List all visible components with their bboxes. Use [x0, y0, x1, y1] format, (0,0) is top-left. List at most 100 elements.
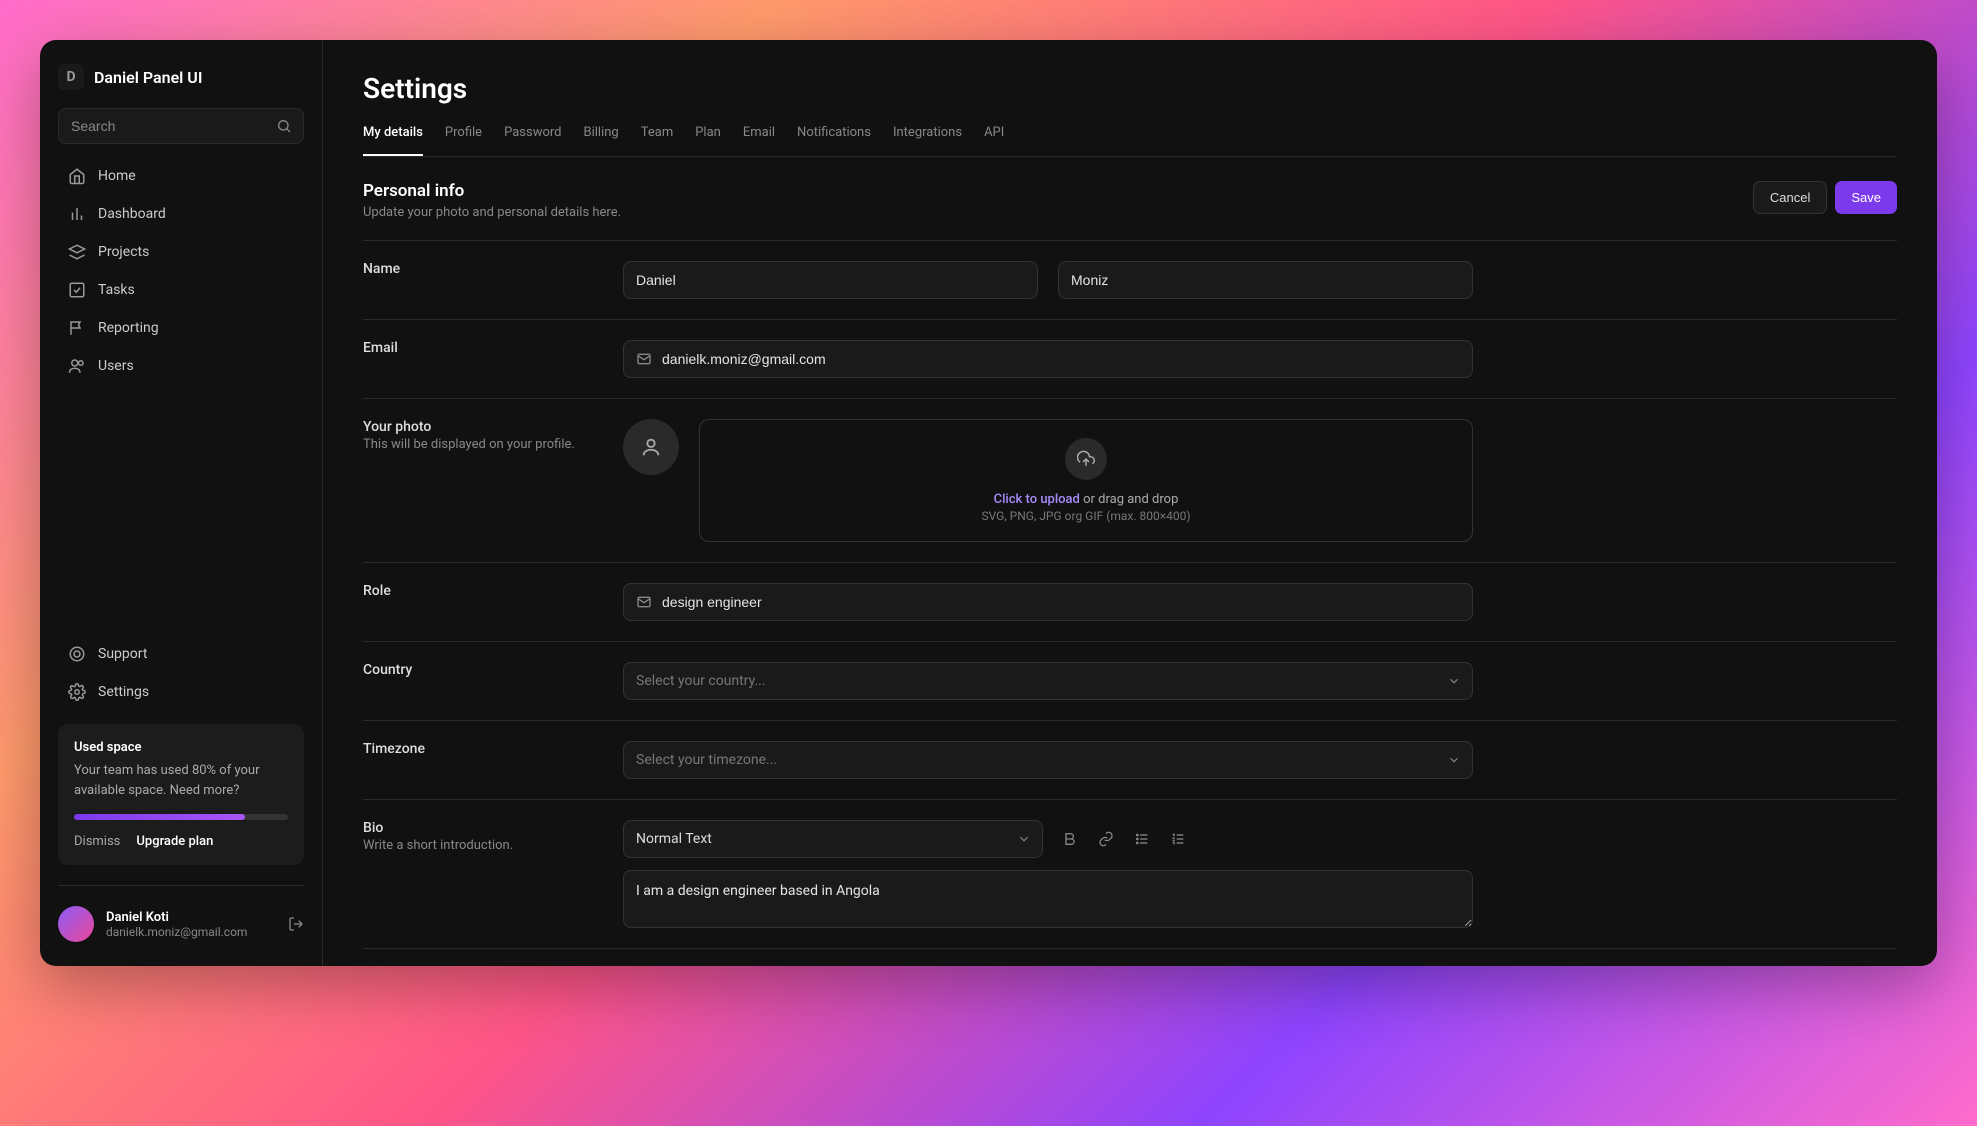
mail-icon — [636, 351, 652, 367]
tab-plan[interactable]: Plan — [695, 125, 721, 156]
progress-fill — [74, 814, 245, 820]
life-buoy-icon — [68, 645, 86, 663]
profile-name: Daniel Koti — [106, 910, 276, 925]
flag-icon — [68, 319, 86, 337]
upload-hint: SVG, PNG, JPG org GIF (max. 800×400) — [718, 509, 1454, 523]
tab-my-details[interactable]: My details — [363, 125, 423, 156]
cancel-button[interactable]: Cancel — [1753, 181, 1827, 214]
bio-textarea[interactable]: I am a design engineer based in Angola — [623, 870, 1473, 928]
avatar — [58, 906, 94, 942]
role-input-wrap — [623, 583, 1473, 621]
used-space-actions: Dismiss Upgrade plan — [74, 834, 288, 849]
sidebar-item-support[interactable]: Support — [58, 636, 304, 672]
email-input-wrap — [623, 340, 1473, 378]
dismiss-button[interactable]: Dismiss — [74, 834, 120, 849]
sidebar-item-reporting[interactable]: Reporting — [58, 310, 304, 346]
save-button[interactable]: Save — [1835, 181, 1897, 214]
tab-password[interactable]: Password — [504, 125, 561, 156]
timezone-select[interactable]: Select your timezone... — [623, 741, 1473, 779]
email-input[interactable] — [662, 341, 1460, 377]
search-icon — [276, 118, 292, 134]
country-label: Country — [363, 662, 623, 700]
bio-format-select[interactable]: Normal Text — [623, 820, 1043, 858]
sidebar-item-users[interactable]: Users — [58, 348, 304, 384]
name-label: Name — [363, 261, 623, 299]
profile-info: Daniel Koti danielk.moniz@gmail.com — [106, 910, 276, 939]
link-icon[interactable] — [1097, 830, 1115, 848]
form-row-portfolio: Portfolio projects — [363, 949, 1897, 966]
section-actions: Cancel Save — [1753, 181, 1897, 214]
tab-integrations[interactable]: Integrations — [893, 125, 962, 156]
bold-icon[interactable] — [1061, 830, 1079, 848]
tab-billing[interactable]: Billing — [584, 125, 619, 156]
upload-box[interactable]: Click to upload or drag and drop SVG, PN… — [699, 419, 1473, 542]
used-space-title: Used space — [74, 740, 288, 755]
page-title: Settings — [363, 72, 1897, 105]
sidebar-item-dashboard[interactable]: Dashboard — [58, 196, 304, 232]
email-label: Email — [363, 340, 623, 378]
form-row-photo: Your photo This will be displayed on you… — [363, 399, 1897, 563]
sidebar-item-home[interactable]: Home — [58, 158, 304, 194]
nav-label: Settings — [98, 684, 149, 700]
tab-email[interactable]: Email — [743, 125, 775, 156]
settings-tabs: My details Profile Password Billing Team… — [363, 125, 1897, 157]
sidebar-item-projects[interactable]: Projects — [58, 234, 304, 270]
tab-api[interactable]: API — [984, 125, 1004, 156]
tab-notifications[interactable]: Notifications — [797, 125, 871, 156]
used-space-text: Your team has used 80% of your available… — [74, 761, 288, 800]
timezone-label: Timezone — [363, 741, 623, 779]
profile-block: Daniel Koti danielk.moniz@gmail.com — [58, 885, 304, 942]
tab-profile[interactable]: Profile — [445, 125, 482, 156]
section-title: Personal info — [363, 181, 621, 201]
sidebar: D Daniel Panel UI Home Dashboard Project… — [40, 40, 323, 966]
photo-avatar — [623, 419, 679, 475]
last-name-input[interactable] — [1058, 261, 1473, 299]
upload-icon — [1065, 438, 1107, 480]
role-input[interactable] — [662, 584, 1460, 620]
country-select[interactable]: Select your country... — [623, 662, 1473, 700]
nav-label: Support — [98, 646, 147, 662]
photo-label: Your photo This will be displayed on you… — [363, 419, 623, 542]
used-space-card: Used space Your team has used 80% of you… — [58, 724, 304, 865]
search-input[interactable] — [58, 108, 304, 144]
form-row-bio: Bio Write a short introduction. Normal T… — [363, 800, 1897, 949]
bio-label: Bio Write a short introduction. — [363, 820, 623, 928]
upload-text: Click to upload or drag and drop — [718, 492, 1454, 507]
secondary-nav: Support Settings — [58, 636, 304, 710]
brand-title: Daniel Panel UI — [94, 68, 202, 87]
sidebar-item-tasks[interactable]: Tasks — [58, 272, 304, 308]
logout-icon[interactable] — [288, 916, 304, 932]
section-subtitle: Update your photo and personal details h… — [363, 205, 621, 220]
brand: D Daniel Panel UI — [58, 64, 304, 90]
form-row-timezone: Timezone Select your timezone... — [363, 721, 1897, 800]
sidebar-item-settings[interactable]: Settings — [58, 674, 304, 710]
profile-email: danielk.moniz@gmail.com — [106, 925, 276, 939]
users-icon — [68, 357, 86, 375]
nav-label: Reporting — [98, 320, 159, 336]
used-space-progress — [74, 814, 288, 820]
numbered-list-icon[interactable] — [1169, 830, 1187, 848]
primary-nav: Home Dashboard Projects Tasks Reporting … — [58, 158, 304, 384]
upgrade-plan-button[interactable]: Upgrade plan — [136, 834, 213, 849]
search-wrap — [58, 108, 304, 144]
form-row-email: Email — [363, 320, 1897, 399]
bio-toolbar: Normal Text — [623, 820, 1473, 858]
app-window: D Daniel Panel UI Home Dashboard Project… — [40, 40, 1937, 966]
section-header: Personal info Update your photo and pers… — [363, 181, 1897, 241]
form-row-country: Country Select your country... — [363, 642, 1897, 721]
nav-label: Projects — [98, 244, 149, 260]
check-square-icon — [68, 281, 86, 299]
nav-label: Dashboard — [98, 206, 166, 222]
nav-label: Home — [98, 168, 136, 184]
bullet-list-icon[interactable] — [1133, 830, 1151, 848]
layers-icon — [68, 243, 86, 261]
nav-label: Users — [98, 358, 134, 374]
form-row-role: Role — [363, 563, 1897, 642]
main-content: Settings My details Profile Password Bil… — [323, 40, 1937, 966]
nav-label: Tasks — [98, 282, 135, 298]
mail-icon — [636, 594, 652, 610]
role-label: Role — [363, 583, 623, 621]
first-name-input[interactable] — [623, 261, 1038, 299]
gear-icon — [68, 683, 86, 701]
tab-team[interactable]: Team — [641, 125, 674, 156]
